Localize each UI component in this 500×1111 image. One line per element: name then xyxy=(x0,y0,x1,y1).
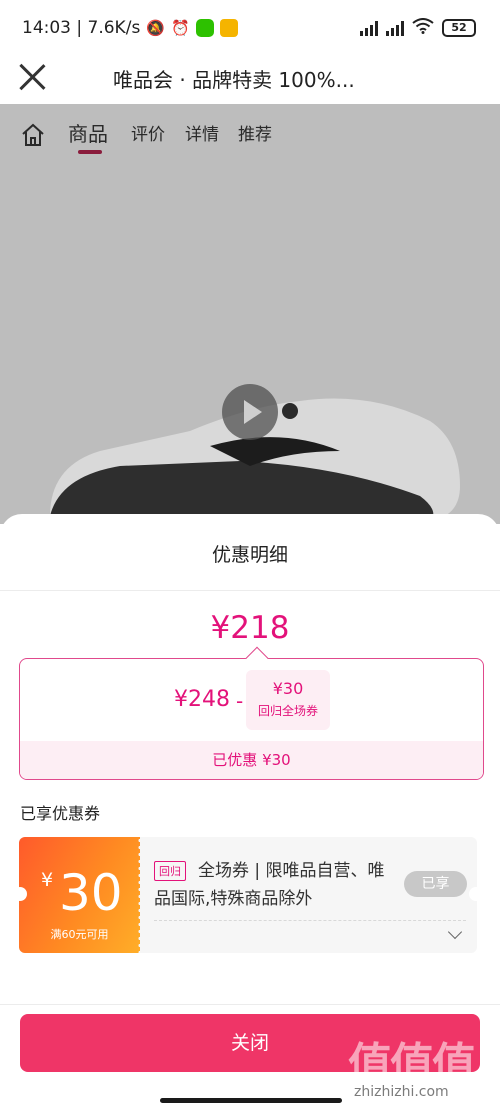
mail-icon xyxy=(219,19,238,37)
coupon-divider xyxy=(154,920,466,921)
coupon-tag: 回归 xyxy=(154,861,186,881)
status-left: 14:03 | 7.6K/s 🔕 ⏰ xyxy=(22,18,238,38)
applied-coupon-amount: ¥30 xyxy=(272,679,304,698)
battery-indicator: 52 xyxy=(442,19,476,37)
play-video-button[interactable] xyxy=(222,384,278,440)
tab-product[interactable]: 商品 xyxy=(68,118,108,147)
final-price: ¥218 xyxy=(210,610,290,646)
minus-sign: - xyxy=(236,689,244,713)
coupon-status-badge: 已享 xyxy=(404,871,467,897)
tab-underline xyxy=(78,150,102,154)
product-tabs: 商品 评价 详情 推荐 xyxy=(0,104,500,160)
watermark-logo: 值值值 xyxy=(348,1039,476,1090)
wechat-icon xyxy=(195,19,214,37)
coupon-card[interactable]: ¥ 30 满60元可用 全场券 | 限唯品自营、唯品国际,特殊商品除外 回归 已… xyxy=(13,837,483,953)
applied-coupon-label: 回归全场券 xyxy=(257,704,318,718)
page-title: 唯品会 · 品牌特卖 100%... xyxy=(113,68,355,92)
watermark: 值值值 zhizhizhi.com xyxy=(346,1024,496,1104)
alarm-icon: ⏰ xyxy=(170,19,190,37)
price-calculation-box: ¥248 - ¥30 回归全场券 已优惠 ¥30 xyxy=(19,646,484,780)
close-icon[interactable] xyxy=(18,62,48,92)
wifi-icon xyxy=(412,18,434,38)
mute-icon: 🔕 xyxy=(146,19,165,37)
status-right: 52 xyxy=(360,18,476,38)
product-image xyxy=(50,398,460,524)
status-bar: 14:03 | 7.6K/s 🔕 ⏰ 52 xyxy=(0,0,500,58)
home-icon[interactable] xyxy=(20,122,46,148)
coupon-yen: ¥ xyxy=(41,869,54,891)
original-price: ¥248 xyxy=(174,687,230,712)
footer-divider xyxy=(0,1004,500,1005)
coupon-notch-right xyxy=(469,887,483,901)
applied-coupon-chip: ¥30 回归全场券 xyxy=(246,670,330,730)
coupon-description: 全场券 | 限唯品自营、唯品国际,特殊商品除外 xyxy=(154,861,385,909)
chevron-down-icon[interactable] xyxy=(447,924,463,940)
coupon-notch-left xyxy=(13,887,27,901)
discount-detail-sheet: 优惠明细 ¥218 ¥248 - ¥30 回归全场券 已优惠 ¥30 已享优惠券… xyxy=(0,514,500,1111)
signal-icon-2 xyxy=(386,20,404,36)
status-time: 14:03 | 7.6K/s xyxy=(22,18,141,38)
tab-recommend[interactable]: 推荐 xyxy=(238,120,272,145)
sheet-title: 优惠明细 xyxy=(211,544,288,566)
coupon-amount: 30 xyxy=(59,864,123,922)
page-header: 唯品会 · 品牌特卖 100%... xyxy=(0,58,500,104)
coupon-value-panel: ¥ 30 满60元可用 xyxy=(19,837,140,953)
calc-pointer xyxy=(245,646,269,670)
tab-details[interactable]: 详情 xyxy=(185,120,219,145)
section-label-coupons: 已享优惠券 xyxy=(20,804,101,823)
divider xyxy=(0,590,500,591)
signal-icon xyxy=(360,20,378,36)
product-background: 商品 评价 详情 推荐 xyxy=(0,104,500,524)
home-indicator[interactable] xyxy=(160,1098,342,1103)
coupon-condition: 满60元可用 xyxy=(50,928,109,941)
coupon-perforation xyxy=(137,837,143,953)
tab-reviews[interactable]: 评价 xyxy=(131,120,165,145)
watermark-url: zhizhizhi.com xyxy=(354,1084,449,1100)
saved-amount: 已优惠 ¥30 xyxy=(20,741,483,779)
